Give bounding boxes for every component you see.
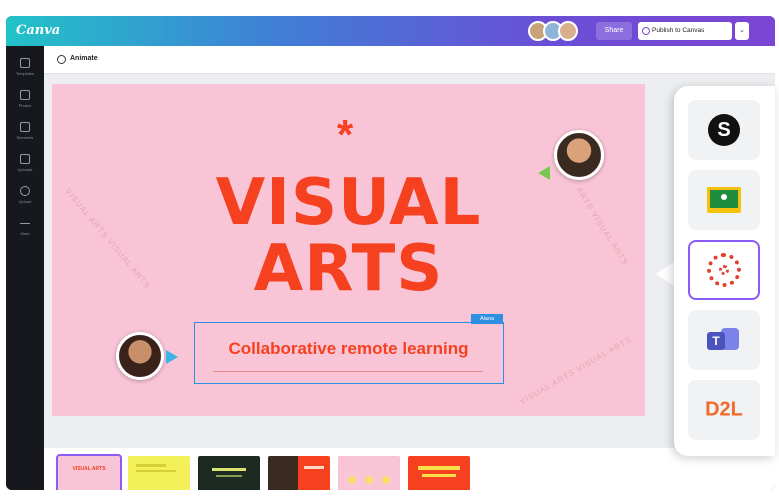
canvas-inner-ring xyxy=(719,265,729,275)
sidebar-item-label: Elements xyxy=(16,135,34,140)
collaborator-avatars[interactable] xyxy=(528,21,578,41)
screenshot-frame: Canva Share Publish to Canvas ⌄ Template… xyxy=(0,0,779,496)
teams-letter: T xyxy=(707,332,725,350)
slide-thumbnail[interactable] xyxy=(268,456,330,490)
lms-option-d2l[interactable]: D2L xyxy=(688,380,760,440)
share-button[interactable]: Share xyxy=(596,22,632,40)
sidebar-item-more[interactable]: More xyxy=(6,214,44,242)
thumbnail-line xyxy=(212,468,246,471)
thumbnail-line xyxy=(136,470,176,472)
canvas-lms-icon xyxy=(707,253,741,287)
sidebar-item-templates[interactable]: Templates xyxy=(6,54,44,82)
collaborator-cursor-avatar xyxy=(554,130,604,180)
animate-icon[interactable] xyxy=(57,55,66,64)
slide-thumbnail[interactable] xyxy=(198,456,260,490)
lms-option-schoology[interactable]: S xyxy=(688,100,760,160)
teams-icon: T xyxy=(707,326,741,354)
side-rail: Templates Photos Elements Uploads Upload… xyxy=(6,46,44,490)
slide-subtitle[interactable]: Collaborative remote learning xyxy=(195,339,502,359)
sidebar-item-upload[interactable]: Upload xyxy=(6,182,44,210)
page-filmstrip: VISUAL ARTS xyxy=(44,448,775,490)
thumbnail-dot xyxy=(382,476,390,484)
slide-thumbnail[interactable] xyxy=(128,456,190,490)
slide-thumbnail[interactable] xyxy=(408,456,470,490)
asterisk-graphic[interactable]: * xyxy=(320,114,370,156)
lms-option-canvas[interactable] xyxy=(688,240,760,300)
publish-dropdown-button[interactable]: ⌄ xyxy=(735,22,749,40)
upload-icon xyxy=(20,186,30,196)
sidebar-item-label: Templates xyxy=(15,71,35,76)
template-icon xyxy=(20,58,30,68)
slide-title-line2[interactable]: ARTS xyxy=(52,236,645,302)
publish-to-canvas-button[interactable]: Publish to Canvas xyxy=(638,22,732,40)
sidebar-item-elements[interactable]: Elements xyxy=(6,118,44,146)
curved-text: VISUAL ARTS VISUAL ARTS xyxy=(518,334,634,407)
slide-thumbnail[interactable] xyxy=(338,456,400,490)
slide-thumbnail[interactable]: VISUAL ARTS xyxy=(56,454,122,490)
collaborator-tag: Alana xyxy=(471,314,503,324)
editor-toolbar: Animate xyxy=(44,46,775,74)
canva-logo[interactable]: Canva xyxy=(16,23,60,38)
thumbnail-line xyxy=(422,474,456,477)
thumbnail-line xyxy=(216,475,242,477)
sidebar-item-label: Upload xyxy=(18,199,32,204)
lms-option-teams[interactable]: T xyxy=(688,310,760,370)
google-classroom-icon xyxy=(707,187,741,213)
slide-canvas[interactable]: VISUAL ARTS VISUAL ARTS ARTS VISUAL ARTS… xyxy=(52,84,645,416)
subtitle-selection-box[interactable]: Alana Collaborative remote learning xyxy=(194,314,504,384)
thumbnail-dot xyxy=(365,476,373,484)
d2l-icon: D2L xyxy=(705,398,743,421)
schoology-icon: S xyxy=(708,114,740,146)
lms-option-google-classroom[interactable] xyxy=(688,170,760,230)
lms-integration-panel: S T D2L xyxy=(674,86,775,456)
sidebar-item-photos[interactable]: Photos xyxy=(6,86,44,114)
person-shape xyxy=(721,194,727,200)
animate-button[interactable]: Animate xyxy=(70,55,98,62)
thumbnail-line xyxy=(136,464,166,467)
uploads-icon xyxy=(20,154,30,164)
elements-icon xyxy=(20,122,30,132)
app-window: Canva Share Publish to Canvas ⌄ Template… xyxy=(6,16,775,490)
avatar[interactable] xyxy=(558,21,578,41)
sidebar-item-uploads[interactable]: Uploads xyxy=(6,150,44,178)
cursor-pointer-icon xyxy=(538,166,550,180)
thumbnail-line xyxy=(418,466,460,470)
canvas-publish-icon xyxy=(642,27,650,35)
collaborator-cursor-avatar xyxy=(116,332,164,380)
sidebar-item-label: Photos xyxy=(18,103,32,108)
top-bar: Canva Share Publish to Canvas ⌄ xyxy=(6,16,775,46)
panel-pointer xyxy=(656,262,674,286)
thumbnail-line xyxy=(304,466,324,469)
sidebar-item-label: Uploads xyxy=(17,167,33,172)
thumbnail-dot xyxy=(348,476,356,484)
subtitle-underline xyxy=(213,371,483,372)
thumbnail-title: VISUAL ARTS xyxy=(72,466,106,472)
thumbnail-photo xyxy=(268,456,298,490)
more-icon xyxy=(20,223,30,224)
cursor-pointer-icon xyxy=(166,350,178,364)
sidebar-item-label: More xyxy=(20,231,30,236)
slide-title-line1[interactable]: VISUAL xyxy=(52,170,645,236)
publish-label: Publish to Canvas xyxy=(652,27,705,34)
photos-icon xyxy=(20,90,30,100)
